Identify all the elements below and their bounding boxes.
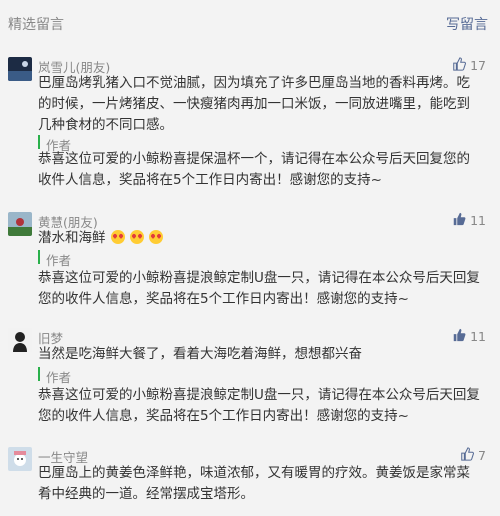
thumbs-up-icon [452, 57, 467, 74]
reply-author-label: 作者 [46, 370, 72, 385]
like-button[interactable]: 11 [452, 212, 486, 229]
reply-text-line: 恭喜这位可爱的小鲸粉喜提浪鲸定制U盘一只，请记得在本公众号后天回复 [38, 387, 480, 403]
reply-text-line: 恭喜这位可爱的小鲸粉喜提保温杯一个，请记得在本公众号后天回复您的 [38, 151, 470, 167]
reply-text-line: 收件人信息，奖品将在5个工作日内寄出！感谢您的支持~ [38, 172, 382, 188]
comments-header: 精选留言 写留言 [0, 0, 500, 44]
thumbs-up-icon [452, 212, 466, 229]
comment-text: 巴厘岛上的黄姜色泽鲜艳，味道浓郁，又有暖胃的疗效。黄姜饭是家常菜 肴中经典的一道… [38, 463, 488, 505]
like-button[interactable]: 17 [452, 57, 486, 74]
reply-text: 恭喜这位可爱的小鲸粉喜提浪鲸定制U盘一只，请记得在本公众号后天回复 您的收件人信… [38, 385, 488, 427]
thumbs-up-icon [452, 328, 466, 345]
heart-eyes-emoji-icon [129, 230, 144, 244]
avatar[interactable] [8, 447, 32, 471]
comment-text: 当然是吃海鲜大餐了，看着大海吃着海鲜，想想都兴奋 [38, 344, 488, 365]
avatar[interactable] [8, 212, 32, 236]
comment-text-line: 巴厘岛烤乳猪入口不觉油腻，因为填充了许多巴厘岛当地的香料再烤。吃 [38, 75, 470, 91]
comment-text-line: 的时候，一片烤猪皮、一快瘦猪肉再加一口米饭，一同放进嘴里，能吃到 [38, 96, 470, 112]
comment-text: 潜水和海鲜 [38, 228, 488, 249]
write-comment-link[interactable]: 写留言 [446, 14, 488, 34]
author-reply: 作者 恭喜这位可爱的小鲸粉喜提浪鲸定制U盘一只，请记得在本公众号后天回复 您的收… [38, 250, 490, 310]
comment-text-line: 巴厘岛上的黄姜色泽鲜艳，味道浓郁，又有暖胃的疗效。黄姜饭是家常菜 [38, 465, 470, 481]
heart-eyes-emoji-icon [110, 230, 125, 244]
like-count: 17 [470, 58, 486, 73]
reply-text-line: 您的收件人信息，奖品将在5个工作日内寄出！感谢您的支持~ [38, 408, 409, 424]
comment-text-line: 潜水和海鲜 [38, 230, 106, 246]
author-reply: 作者 恭喜这位可爱的小鲸粉喜提保温杯一个，请记得在本公众号后天回复您的 收件人信… [38, 135, 490, 188]
thumbs-up-icon [460, 447, 475, 464]
avatar[interactable] [8, 57, 32, 81]
reply-text-line: 您的收件人信息，奖品将在5个工作日内寄出！感谢您的支持~ [38, 291, 409, 307]
reply-text: 恭喜这位可爱的小鲸粉喜提浪鲸定制U盘一只，请记得在本公众号后天回复 您的收件人信… [38, 268, 488, 310]
author-reply-bar [38, 135, 40, 149]
like-button[interactable]: 11 [452, 328, 486, 345]
author-reply: 作者 恭喜这位可爱的小鲸粉喜提浪鲸定制U盘一只，请记得在本公众号后天回复 您的收… [38, 367, 490, 427]
like-count: 11 [470, 213, 486, 228]
comment-text-line: 几种食材的不同口感。 [38, 117, 173, 133]
reply-author-label: 作者 [46, 253, 72, 268]
author-reply-bar [38, 250, 40, 264]
reply-text-line: 恭喜这位可爱的小鲸粉喜提浪鲸定制U盘一只，请记得在本公众号后天回复 [38, 270, 480, 286]
reply-text: 恭喜这位可爱的小鲸粉喜提保温杯一个，请记得在本公众号后天回复您的 收件人信息，奖… [38, 149, 488, 191]
author-reply-bar [38, 367, 40, 381]
featured-comments-title: 精选留言 [8, 17, 64, 33]
avatar[interactable] [8, 328, 32, 352]
heart-eyes-emoji-icon [148, 230, 163, 244]
like-count: 11 [470, 329, 486, 344]
comment-text-line: 肴中经典的一道。经常摆成宝塔形。 [38, 486, 254, 502]
like-count: 7 [478, 448, 486, 463]
comment-text: 巴厘岛烤乳猪入口不觉油腻，因为填充了许多巴厘岛当地的香料再烤。吃 的时候，一片烤… [38, 73, 488, 136]
like-button[interactable]: 7 [460, 447, 486, 464]
comment-text-line: 当然是吃海鲜大餐了，看着大海吃着海鲜，想想都兴奋 [38, 346, 362, 362]
